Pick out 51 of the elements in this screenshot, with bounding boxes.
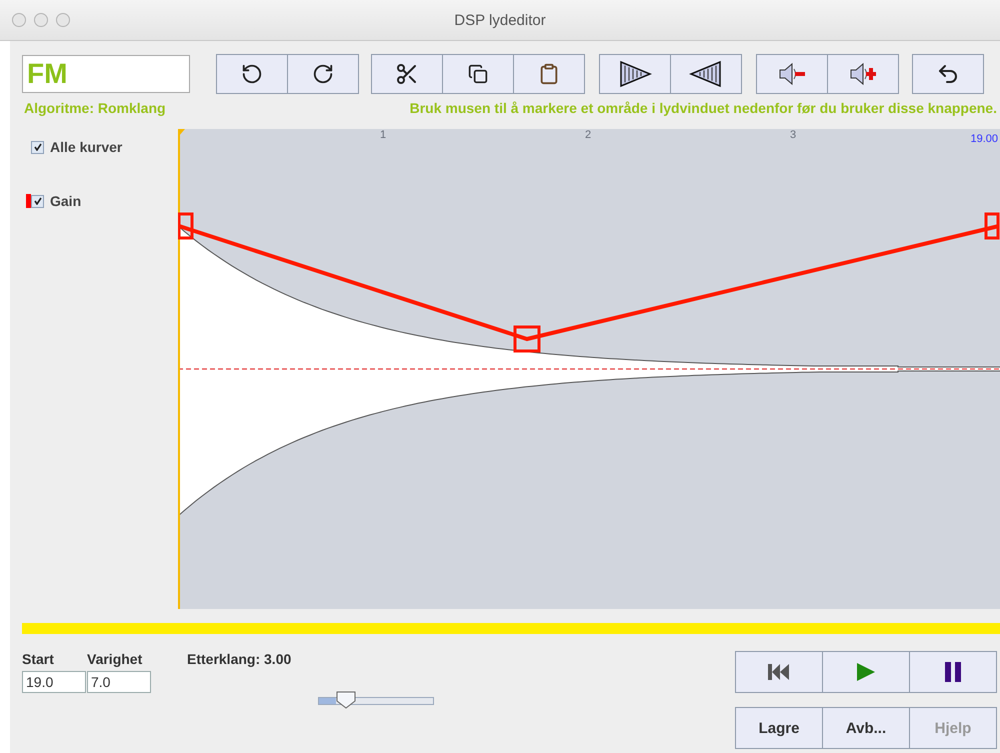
cut-button[interactable] <box>371 54 443 94</box>
scissors-icon <box>395 62 419 86</box>
paste-button[interactable] <box>513 54 585 94</box>
ruler-label: 3 <box>790 129 796 141</box>
clipboard-icon <box>538 63 560 85</box>
rewind-button[interactable] <box>735 651 823 693</box>
duration-field[interactable]: 7.0 <box>87 671 151 693</box>
start-label: Start <box>22 651 55 667</box>
volume-up-icon <box>848 61 878 87</box>
envelope-handle[interactable] <box>178 212 194 240</box>
play-button[interactable] <box>822 651 910 693</box>
fade-in-icon <box>618 60 652 88</box>
redo-icon <box>312 63 334 85</box>
end-time-label: 19.00 <box>970 133 998 145</box>
waveform-view[interactable]: 1 2 3 19.00 <box>178 129 1000 609</box>
reverb-slider[interactable] <box>318 691 434 711</box>
play-icon <box>856 662 876 682</box>
start-field[interactable]: 19.0 <box>22 671 86 693</box>
undo-icon <box>241 63 263 85</box>
dialog-button[interactable]: Avb... <box>822 707 910 749</box>
fade-out-icon <box>689 60 723 88</box>
copy-button[interactable] <box>442 54 514 94</box>
volume-down-button[interactable] <box>756 54 828 94</box>
copy-icon <box>468 64 488 84</box>
hint-text: Bruk musen til å markere et område i lydvinduet nedenfor før du bruker disse knappene. <box>410 100 997 116</box>
algorithm-label: Algoritme: Romklang <box>24 100 166 116</box>
return-arrow-icon <box>936 62 960 86</box>
curve-label: Alle kurver <box>50 139 122 155</box>
fade-in-button[interactable] <box>599 54 671 94</box>
window-title: DSP lydeditor <box>454 12 546 28</box>
return-button[interactable] <box>912 54 984 94</box>
volume-down-icon <box>777 61 807 87</box>
reverb-label: Etterklang: 3.00 <box>187 651 292 667</box>
slider-thumb[interactable] <box>336 691 356 709</box>
playhead-marker[interactable] <box>178 129 185 609</box>
pause-icon <box>944 662 962 682</box>
ruler-label: 2 <box>584 129 592 141</box>
checkbox[interactable] <box>31 140 44 154</box>
duration-label: Varighet <box>87 651 144 667</box>
skip-back-icon <box>767 663 791 681</box>
envelope-handle[interactable] <box>984 212 1000 240</box>
volume-up-button[interactable] <box>827 54 899 94</box>
checkbox[interactable] <box>31 194 44 208</box>
dialog-button[interactable]: Lagre <box>735 707 823 749</box>
ruler-label: 1 <box>380 129 386 141</box>
undo-button[interactable] <box>216 54 288 94</box>
envelope-handle[interactable] <box>514 326 540 352</box>
fade-out-button[interactable] <box>670 54 742 94</box>
redo-button[interactable] <box>287 54 359 94</box>
pause-button[interactable] <box>909 651 997 693</box>
curve-label: Gain <box>50 193 82 209</box>
